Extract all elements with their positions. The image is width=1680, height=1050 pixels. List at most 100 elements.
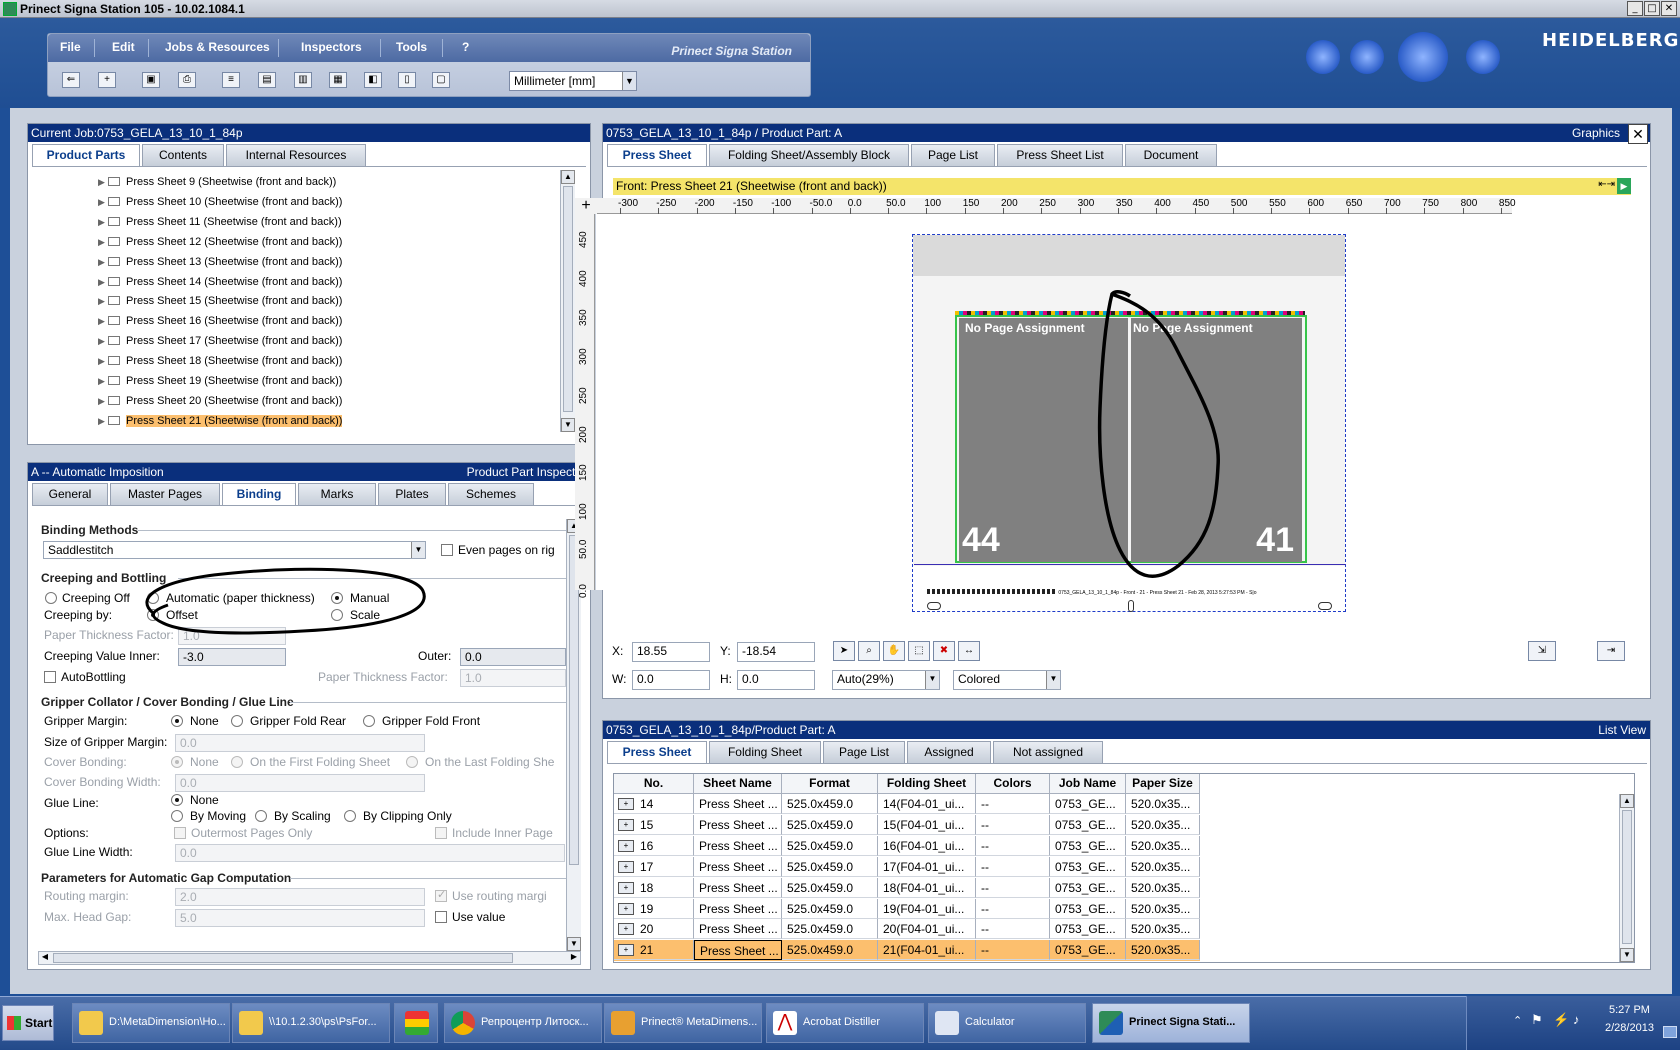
document-icon[interactable]: ▥ [294, 72, 312, 88]
tab-binding[interactable]: Binding [222, 483, 296, 506]
tab-contents[interactable]: Contents [142, 144, 224, 166]
table-row[interactable]: 18 Press Sheet ... 525.0x459.0 18(F04-01_ui… [614, 877, 1200, 899]
glue-width-field[interactable]: 0.0 [175, 844, 565, 862]
menu-inspectors[interactable]: Inspectors [301, 40, 362, 54]
chevron-down-icon[interactable]: ▼ [925, 671, 939, 689]
sheet-expand-icon[interactable]: + [618, 860, 634, 873]
tree-item[interactable]: ▶ Press Sheet 19 (Sheetwise (front and ba… [98, 371, 342, 391]
use-routing-checkbox[interactable] [435, 888, 447, 902]
zoom-select[interactable]: Auto(29%) ▼ [832, 670, 940, 690]
tree-item[interactable]: ▶ Press Sheet 21 (Sheetwise (front and ba… [98, 411, 343, 431]
cover-last-radio[interactable] [406, 756, 418, 768]
hand-icon[interactable]: ✋ [883, 641, 905, 661]
expand-icon[interactable]: ▶ [98, 331, 108, 351]
tab-plates[interactable]: Plates [378, 483, 446, 505]
expand-icon[interactable]: ▶ [98, 311, 108, 331]
creeping-outer-field[interactable]: 0.0 [460, 648, 566, 666]
expand-icon[interactable]: ▶ [98, 252, 108, 272]
report-icon[interactable]: ▤ [258, 72, 276, 88]
tree-item[interactable]: ▶ Press Sheet 9 (Sheetwise (front and bac… [98, 172, 336, 192]
menu-tools[interactable]: Tools [396, 40, 427, 54]
by-clipping-radio[interactable] [344, 810, 356, 822]
h-field[interactable]: 0.0 [737, 670, 815, 690]
tab-list-assigned[interactable]: Assigned [907, 741, 991, 763]
expand-icon[interactable]: ▶ [98, 371, 108, 391]
expand-icon[interactable]: ▶ [98, 351, 108, 371]
scroll-up-icon[interactable]: ▲ [1620, 794, 1634, 808]
select-arrow-icon[interactable]: ➤ [833, 641, 855, 661]
start-button[interactable]: Start [2, 1005, 54, 1041]
expand-icon[interactable]: ▶ [98, 411, 108, 431]
scroll-thumb[interactable] [1622, 810, 1632, 944]
task-metadimension-folder[interactable]: D:\MetaDimension\Ho... [72, 1003, 230, 1043]
tab-list-press-sheet[interactable]: Press Sheet [607, 741, 707, 764]
table-row[interactable]: 19 Press Sheet ... 525.0x459.0 19(F04-01_ui… [614, 898, 1200, 920]
column-header[interactable]: Colors [976, 774, 1050, 794]
chevron-up-icon[interactable]: ⌃ [1513, 1014, 1522, 1027]
tree-item[interactable]: ▶ Press Sheet 17 (Sheetwise (front and ba… [98, 331, 342, 351]
show-desktop-icon[interactable] [1663, 1026, 1677, 1038]
glue-none-radio[interactable] [171, 794, 183, 806]
tab-list-not-assigned[interactable]: Not assigned [993, 741, 1103, 763]
scroll-right-icon[interactable]: ▶ [568, 952, 580, 964]
menu-file[interactable]: File [60, 40, 81, 54]
scroll-up-icon[interactable]: ▲ [561, 170, 575, 184]
clock-time[interactable]: 5:27 PM [1609, 1004, 1650, 1016]
tree-scrollbar[interactable]: ▲ ▼ [560, 170, 575, 432]
column-header[interactable]: Sheet Name [694, 774, 782, 794]
measure-icon[interactable]: ↔ [958, 641, 980, 661]
sheet-icon[interactable]: ▯ [398, 72, 416, 88]
scroll-down-icon[interactable]: ▼ [1620, 948, 1634, 962]
ruler-origin-icon[interactable]: + [575, 198, 597, 214]
gripper-size-field[interactable]: 0.0 [175, 734, 425, 752]
task-network-folder[interactable]: \\10.1.2.30\ps\PsFor... [232, 1003, 390, 1043]
units-select[interactable]: Millimeter [mm] ▼ [509, 71, 637, 91]
tab-internal-resources[interactable]: Internal Resources [226, 144, 366, 166]
sheet-expand-icon[interactable]: + [618, 902, 634, 915]
flip-icon[interactable]: ◧ [364, 72, 382, 88]
chevron-down-icon[interactable]: ▼ [411, 542, 425, 558]
menu-help[interactable]: ? [462, 40, 469, 54]
delete-mark-icon[interactable]: ✖ [933, 641, 955, 661]
column-header[interactable]: Format [782, 774, 878, 794]
tree-item[interactable]: ▶ Press Sheet 16 (Sheetwise (front and ba… [98, 311, 342, 331]
fit-page-icon[interactable]: ⇲ [1528, 641, 1556, 661]
toggle-view-icon[interactable]: ⇥ [1597, 641, 1625, 661]
scroll-thumb[interactable] [563, 186, 573, 412]
close-button[interactable]: ✕ [1661, 1, 1677, 16]
tree-item[interactable]: ▶ Press Sheet 15 (Sheetwise (front and ba… [98, 291, 342, 311]
power-icon[interactable]: ⚡ [1553, 1012, 1569, 1028]
expand-icon[interactable]: ▶ [98, 291, 108, 311]
tab-press-sheet-list[interactable]: Press Sheet List [997, 144, 1123, 166]
open-job-icon[interactable]: ⇐ [62, 72, 80, 88]
column-header[interactable]: Paper Size [1126, 774, 1200, 794]
binding-method-select[interactable]: Saddlestitch ▼ [43, 541, 426, 559]
table-scrollbar[interactable]: ▲ ▼ [1619, 794, 1634, 962]
task-chrome[interactable]: Репроцентр Литоск... [444, 1003, 602, 1043]
tab-schemes[interactable]: Schemes [448, 483, 534, 505]
paper-thickness-field-2[interactable]: 1.0 [460, 669, 566, 687]
flag-icon[interactable]: ⚑ [1531, 1012, 1543, 1028]
task-traffic-light[interactable] [394, 1003, 438, 1043]
minimize-button[interactable]: _ [1627, 1, 1643, 16]
chevron-down-icon[interactable]: ▼ [1046, 671, 1060, 689]
tree-item[interactable]: ▶ Press Sheet 14 (Sheetwise (front and ba… [98, 272, 342, 292]
outermost-checkbox[interactable] [174, 827, 186, 839]
expand-icon[interactable]: ▶ [98, 391, 108, 411]
tree-item[interactable]: ▶ Press Sheet 18 (Sheetwise (front and ba… [98, 351, 342, 371]
expand-icon[interactable]: ▶ [98, 232, 108, 252]
tab-list-folding-sheet[interactable]: Folding Sheet [709, 741, 821, 763]
tab-folding-sheet-assembly[interactable]: Folding Sheet/Assembly Block [709, 144, 909, 166]
sheet-expand-icon[interactable]: + [618, 798, 634, 810]
tab-press-sheet[interactable]: Press Sheet [607, 144, 707, 167]
task-acrobat-distiller[interactable]: ⋀ Acrobat Distiller [766, 1003, 924, 1043]
tab-product-parts[interactable]: Product Parts [32, 144, 140, 167]
include-inner-checkbox[interactable] [435, 827, 447, 839]
scroll-left-icon[interactable]: ◀ [39, 952, 51, 964]
cover-first-radio[interactable] [231, 756, 243, 768]
gripper-fold-rear-radio[interactable] [231, 715, 243, 727]
table-row[interactable]: 15 Press Sheet ... 525.0x459.0 15(F04-01_ui… [614, 814, 1200, 836]
maximize-button[interactable]: □ [1644, 1, 1660, 16]
tree-item[interactable]: ▶ Press Sheet 10 (Sheetwise (front and ba… [98, 192, 342, 212]
table-row[interactable]: 14 Press Sheet ... 525.0x459.0 14(F04-01_ui… [614, 794, 1200, 815]
